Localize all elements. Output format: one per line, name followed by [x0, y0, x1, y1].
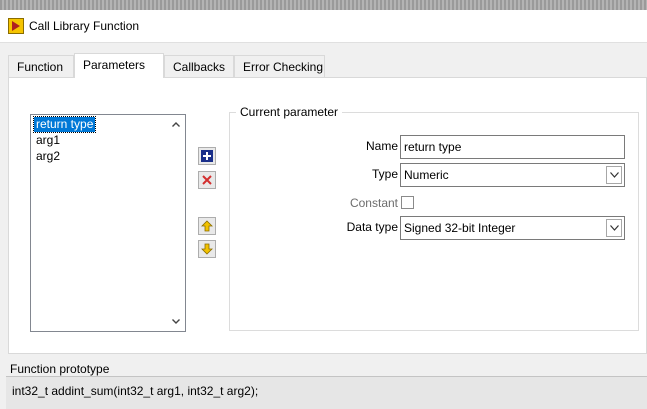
name-field[interactable]: return type — [400, 135, 625, 159]
scroll-up-icon[interactable] — [171, 120, 181, 130]
constant-checkbox[interactable] — [401, 196, 414, 209]
list-item[interactable]: return type — [32, 116, 97, 133]
data-type-label: Data type — [346, 220, 398, 234]
arrow-up-icon — [201, 220, 213, 232]
function-prototype-label: Function prototype — [10, 362, 110, 376]
delete-x-icon — [202, 175, 212, 185]
delete-parameter-button[interactable] — [198, 171, 216, 189]
window-title: Call Library Function — [29, 19, 140, 33]
type-dropdown[interactable]: Numeric — [400, 163, 625, 187]
list-item[interactable]: arg2 — [34, 149, 62, 164]
data-type-dropdown-arrow[interactable] — [606, 219, 622, 237]
list-item[interactable]: arg1 — [34, 133, 62, 148]
current-parameter-legend: Current parameter — [236, 105, 343, 119]
tab-parameters[interactable]: Parameters — [74, 53, 164, 78]
plus-icon — [201, 150, 213, 162]
parameter-list[interactable]: return type arg1 arg2 — [30, 114, 186, 332]
title-bar: Call Library Function — [0, 10, 647, 43]
data-type-dropdown[interactable]: Signed 32-bit Integer — [400, 216, 625, 240]
move-down-button[interactable] — [198, 240, 216, 258]
tab-error-checking[interactable]: Error Checking — [234, 55, 325, 77]
type-dropdown-arrow[interactable] — [606, 166, 622, 184]
move-up-button[interactable] — [198, 217, 216, 235]
arrow-down-icon — [201, 243, 213, 255]
add-parameter-button[interactable] — [198, 147, 216, 165]
labview-play-icon — [8, 18, 24, 34]
constant-label: Constant — [349, 196, 398, 210]
function-prototype-text: int32_t addint_sum(int32_t arg1, int32_t… — [12, 384, 259, 398]
type-label: Type — [371, 167, 398, 181]
chevron-down-icon — [610, 225, 619, 231]
chevron-down-icon — [610, 172, 619, 178]
function-prototype-box: int32_t addint_sum(int32_t arg1, int32_t… — [6, 376, 647, 409]
background-window-strip — [0, 0, 647, 10]
type-value: Numeric — [404, 168, 449, 182]
name-label: Name — [365, 139, 398, 153]
name-value: return type — [404, 140, 462, 154]
scroll-down-icon[interactable] — [171, 316, 181, 326]
tab-callbacks[interactable]: Callbacks — [164, 55, 234, 77]
data-type-value: Signed 32-bit Integer — [404, 221, 516, 235]
tab-function[interactable]: Function — [8, 55, 74, 77]
